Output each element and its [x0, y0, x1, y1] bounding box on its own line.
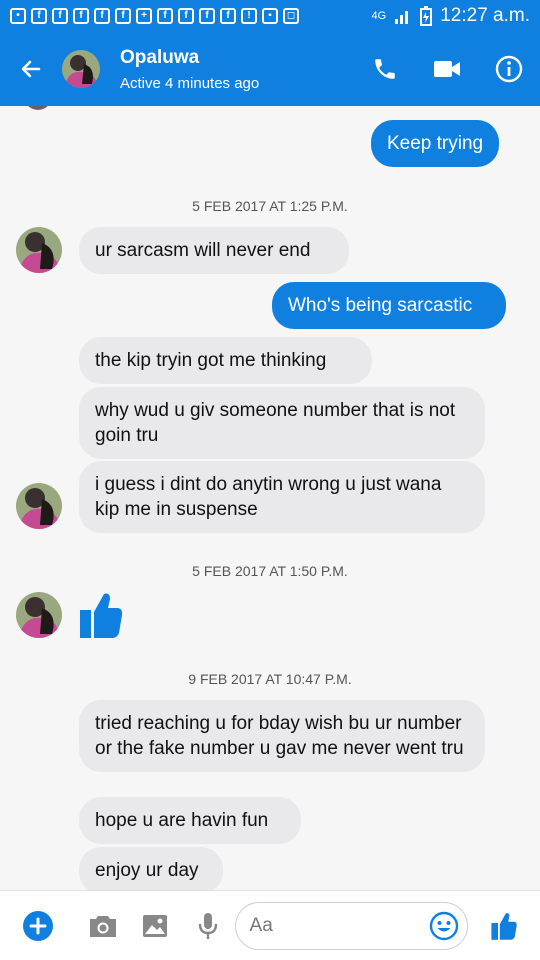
- info-icon: [495, 55, 523, 83]
- clock: 12:27 a.m.: [440, 5, 530, 26]
- message-icon: •: [10, 8, 26, 24]
- video-call-button[interactable]: [416, 32, 478, 106]
- camera-button[interactable]: [76, 891, 129, 960]
- message-bubble-incoming[interactable]: enjoy ur day: [79, 847, 223, 890]
- message-bubble-incoming[interactable]: ur sarcasm will never end: [79, 227, 349, 274]
- message-list[interactable]: Keep trying 5 FEB 2017 AT 1:25 P.M. ur s…: [0, 106, 540, 890]
- emoji-icon[interactable]: [429, 911, 459, 941]
- facebook-icon: f: [157, 8, 173, 24]
- timestamp: 5 FEB 2017 AT 1:50 P.M.: [192, 563, 348, 579]
- notification-icons: • f f f f f + f f f f ! ▪ ◻: [10, 8, 299, 24]
- timestamp: 5 FEB 2017 AT 1:25 P.M.: [192, 198, 348, 214]
- message-bubble-incoming[interactable]: the kip tryin got me thinking: [79, 337, 372, 384]
- more-actions-button[interactable]: [0, 891, 76, 960]
- chat-header: Opaluwa Active 4 minutes ago: [0, 32, 540, 106]
- facebook-icon: f: [52, 8, 68, 24]
- network-type: 4G: [371, 10, 387, 22]
- signal-icon: [395, 11, 409, 24]
- composer-bar: Aa: [0, 890, 540, 960]
- warning-icon: !: [241, 8, 257, 24]
- contact-avatar[interactable]: [62, 50, 100, 88]
- message-input-placeholder: Aa: [249, 914, 273, 936]
- camera-icon: [89, 915, 116, 937]
- gallery-button[interactable]: [129, 891, 182, 960]
- plus-icon: [23, 910, 54, 941]
- contact-info[interactable]: Opaluwa Active 4 minutes ago: [120, 47, 259, 92]
- phone-icon: [375, 59, 395, 79]
- mic-icon: [198, 912, 218, 939]
- facebook-icon: f: [115, 8, 131, 24]
- thumbs-up-icon: [491, 912, 517, 940]
- info-button[interactable]: [478, 32, 540, 106]
- timestamp: 9 FEB 2017 AT 10:47 P.M.: [188, 671, 352, 687]
- send-like-button[interactable]: [468, 891, 540, 960]
- active-status: Active 4 minutes ago: [120, 74, 260, 92]
- facebook-icon: f: [94, 8, 110, 24]
- facebook-icon: f: [220, 8, 236, 24]
- message-bubble-incoming[interactable]: why wud u giv someone number that is not…: [79, 387, 485, 459]
- facebook-icon: f: [178, 8, 194, 24]
- contact-avatar[interactable]: [16, 592, 62, 638]
- voice-clip-button[interactable]: [182, 891, 235, 960]
- bag-icon: ◻: [283, 8, 299, 24]
- status-bar: • f f f f f + f f f f ! ▪ ◻ 4G 12:27 a.m…: [0, 0, 540, 32]
- back-button[interactable]: [0, 32, 62, 106]
- contact-avatar[interactable]: [16, 483, 62, 529]
- voice-call-button[interactable]: [354, 32, 416, 106]
- facebook-icon: f: [31, 8, 47, 24]
- message-input[interactable]: Aa: [234, 901, 468, 950]
- facebook-icon: f: [73, 8, 89, 24]
- thumbs-up-icon[interactable]: [78, 590, 124, 640]
- facebook-icon: f: [199, 8, 215, 24]
- contact-avatar[interactable]: [16, 227, 62, 273]
- partial-avatar: [24, 106, 52, 110]
- contact-name: Opaluwa: [120, 46, 200, 68]
- back-arrow-icon: [21, 60, 41, 78]
- video-icon: [434, 61, 460, 77]
- message-bubble-incoming[interactable]: tried reaching u for bday wish bu ur num…: [79, 700, 485, 772]
- message-bubble-outgoing[interactable]: Who's being sarcastic: [272, 282, 506, 329]
- message-bubble-incoming[interactable]: hope u are havin fun: [79, 797, 301, 844]
- image-notification-icon: ▪: [262, 8, 278, 24]
- message-bubble-outgoing[interactable]: Keep trying: [371, 120, 500, 167]
- friend-request-icon: +: [136, 8, 152, 24]
- battery-icon: [420, 6, 433, 26]
- message-bubble-incoming[interactable]: i guess i dint do anytin wrong u just wa…: [79, 461, 485, 533]
- image-icon: [143, 914, 168, 937]
